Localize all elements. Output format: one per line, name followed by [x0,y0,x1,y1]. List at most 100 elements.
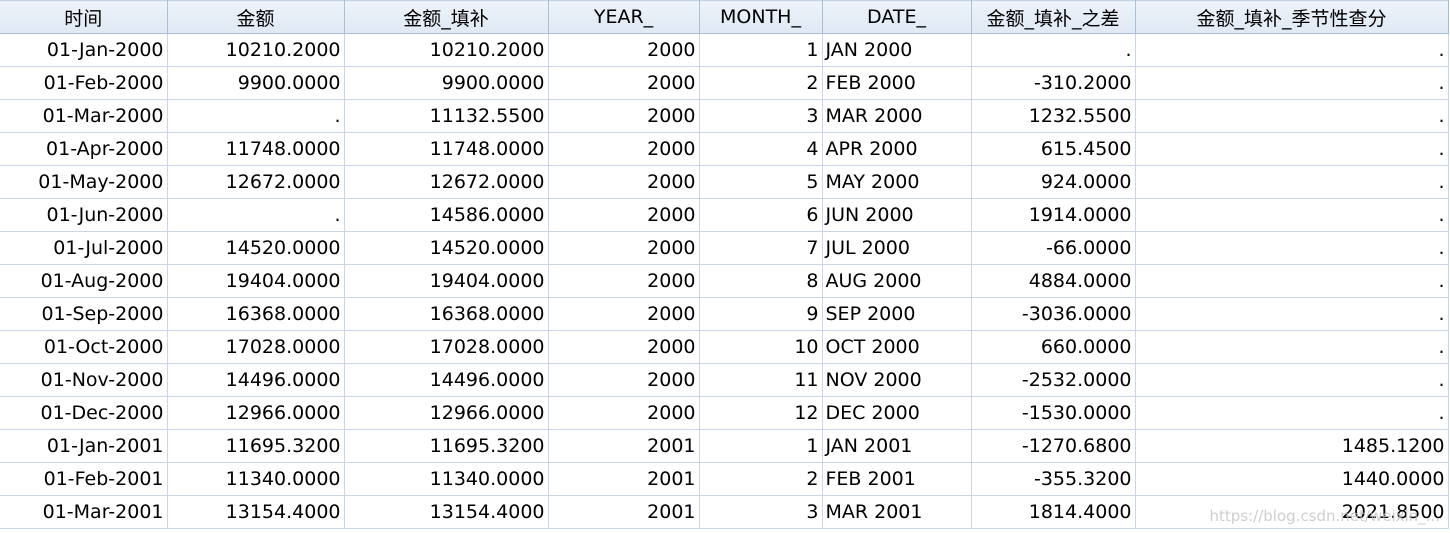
grid-cell[interactable]: 12672.0000 [167,165,345,199]
grid-cell[interactable]: 6 [699,198,823,232]
grid-cell[interactable]: 1440.0000 [1135,462,1449,496]
grid-cell[interactable]: 14520.0000 [344,231,549,265]
grid-cell[interactable]: . [1135,66,1449,100]
grid-cell[interactable]: . [1135,132,1449,166]
grid-cell[interactable]: 5 [699,165,823,199]
grid-cell[interactable]: 2001 [548,495,700,529]
grid-cell[interactable]: 11340.0000 [344,462,549,496]
grid-cell[interactable]: 14496.0000 [344,363,549,397]
grid-cell[interactable]: AUG 2000 [822,264,972,298]
grid-cell[interactable]: 01-Sep-2000 [0,297,168,331]
grid-cell[interactable]: 01-Feb-2000 [0,66,168,100]
grid-cell[interactable]: 4884.0000 [971,264,1136,298]
grid-cell[interactable]: 2 [699,462,823,496]
grid-cell[interactable]: -1270.6800 [971,429,1136,463]
grid-cell[interactable]: 12966.0000 [167,396,345,430]
grid-cell[interactable]: MAY 2000 [822,165,972,199]
grid-cell[interactable]: 14496.0000 [167,363,345,397]
grid-cell[interactable]: . [1135,363,1449,397]
grid-cell[interactable]: 1914.0000 [971,198,1136,232]
grid-cell[interactable]: 10 [699,330,823,364]
grid-cell[interactable]: 1 [699,33,823,67]
grid-cell[interactable]: 2000 [548,396,700,430]
grid-cell[interactable]: . [971,33,1136,67]
grid-cell[interactable]: JAN 2001 [822,429,972,463]
grid-cell[interactable]: MAR 2000 [822,99,972,133]
grid-cell[interactable]: 11132.5500 [344,99,549,133]
grid-cell[interactable]: 01-Nov-2000 [0,363,168,397]
grid-cell[interactable]: 19404.0000 [344,264,549,298]
grid-cell[interactable]: 7 [699,231,823,265]
grid-cell[interactable]: 01-Feb-2001 [0,462,168,496]
column-header[interactable]: 时间 [0,0,168,34]
grid-cell[interactable]: 2000 [548,231,700,265]
grid-cell[interactable]: 01-Mar-2001 [0,495,168,529]
column-header[interactable]: 金额_填补_之差 [971,0,1136,34]
grid-cell[interactable]: 16368.0000 [344,297,549,331]
grid-cell[interactable]: 10210.2000 [344,33,549,67]
column-header[interactable]: 金额_填补_季节性查分 [1135,0,1449,34]
column-header[interactable]: MONTH_ [699,0,823,34]
grid-cell[interactable]: 1232.5500 [971,99,1136,133]
grid-cell[interactable]: 01-Mar-2000 [0,99,168,133]
grid-cell[interactable]: 1 [699,429,823,463]
grid-cell[interactable]: 2000 [548,198,700,232]
grid-cell[interactable]: 01-May-2000 [0,165,168,199]
grid-cell[interactable]: 01-Jul-2000 [0,231,168,265]
grid-cell[interactable]: 17028.0000 [344,330,549,364]
grid-cell[interactable]: . [1135,231,1449,265]
grid-cell[interactable]: . [1135,198,1449,232]
grid-cell[interactable]: . [1135,264,1449,298]
grid-cell[interactable]: 1485.1200 [1135,429,1449,463]
column-header[interactable]: 金额_填补 [344,0,549,34]
grid-cell[interactable]: 3 [699,99,823,133]
grid-cell[interactable]: . [1135,297,1449,331]
grid-cell[interactable]: JUN 2000 [822,198,972,232]
grid-cell[interactable]: . [1135,33,1449,67]
grid-cell[interactable]: 2001 [548,462,700,496]
grid-cell[interactable]: FEB 2000 [822,66,972,100]
grid-cell[interactable]: 12672.0000 [344,165,549,199]
grid-cell[interactable]: 11748.0000 [344,132,549,166]
grid-cell[interactable]: 01-Jan-2001 [0,429,168,463]
grid-cell[interactable]: 2000 [548,363,700,397]
grid-cell[interactable]: 9 [699,297,823,331]
grid-cell[interactable]: JAN 2000 [822,33,972,67]
grid-cell[interactable]: 2000 [548,165,700,199]
grid-cell[interactable]: 924.0000 [971,165,1136,199]
grid-cell[interactable]: 11695.3200 [344,429,549,463]
grid-cell[interactable]: 2000 [548,66,700,100]
grid-cell[interactable]: 10210.2000 [167,33,345,67]
grid-cell[interactable]: 01-Oct-2000 [0,330,168,364]
grid-cell[interactable]: . [167,99,345,133]
grid-cell[interactable]: 9900.0000 [344,66,549,100]
grid-cell[interactable]: 12 [699,396,823,430]
grid-cell[interactable]: 11340.0000 [167,462,345,496]
grid-cell[interactable]: 01-Aug-2000 [0,264,168,298]
grid-cell[interactable]: 11 [699,363,823,397]
grid-cell[interactable]: -310.2000 [971,66,1136,100]
grid-cell[interactable]: APR 2000 [822,132,972,166]
grid-cell[interactable]: . [1135,330,1449,364]
grid-cell[interactable]: 8 [699,264,823,298]
grid-cell[interactable]: 2000 [548,99,700,133]
grid-cell[interactable]: 01-Apr-2000 [0,132,168,166]
grid-cell[interactable]: 12966.0000 [344,396,549,430]
grid-cell[interactable]: 2001 [548,429,700,463]
grid-cell[interactable]: -3036.0000 [971,297,1136,331]
grid-cell[interactable]: 16368.0000 [167,297,345,331]
grid-cell[interactable]: 2000 [548,132,700,166]
grid-cell[interactable]: 11748.0000 [167,132,345,166]
grid-cell[interactable]: 3 [699,495,823,529]
grid-cell[interactable]: 13154.4000 [344,495,549,529]
grid-cell[interactable]: 4 [699,132,823,166]
grid-cell[interactable]: 19404.0000 [167,264,345,298]
grid-cell[interactable]: 17028.0000 [167,330,345,364]
grid-cell[interactable]: 2000 [548,264,700,298]
grid-cell[interactable]: . [167,198,345,232]
grid-cell[interactable]: 01-Jun-2000 [0,198,168,232]
grid-cell[interactable]: SEP 2000 [822,297,972,331]
column-header[interactable]: DATE_ [822,0,972,34]
grid-cell[interactable]: . [1135,99,1449,133]
column-header[interactable]: 金额 [167,0,345,34]
